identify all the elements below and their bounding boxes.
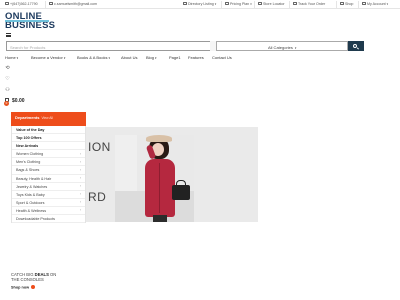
cart-count-badge: 0 [4,100,9,106]
logo-stripe [5,20,49,22]
deals-promo: CATCH BIG DEALS ON THE CONSOLES Shop now [11,272,71,290]
menu-icon[interactable] [6,33,11,37]
site-logo[interactable]: ONLINE BUSINESS [5,12,56,34]
phone-icon [5,2,9,6]
category-select[interactable]: All Categories ▾ [216,41,348,51]
email-info: c.samuelsmith@gmail.com [45,1,97,8]
bag-icon [340,2,344,6]
nav-about[interactable]: About Us [121,55,137,60]
nav-features[interactable]: Features [188,55,204,60]
department-item[interactable]: Bags & Shoes › [12,166,85,175]
cart-summary[interactable]: 0 $0.00 [4,98,36,106]
search-bar: Search for Products All Categories ▾ [6,41,364,51]
mail-icon [49,2,53,6]
chevron-right-icon: › [79,192,81,197]
my-account-link[interactable]: My Account▾ [358,1,388,8]
map-pin-icon [258,2,262,6]
deals-subline: THE CONSOLES [11,277,44,282]
directory-link[interactable]: Directory Listing▾ [183,2,216,6]
top-bar: +(647)562-17790 c.samuelsmith@gmail.com … [0,0,400,9]
chevron-right-icon: › [79,151,81,156]
hero-text-2: RD [88,190,107,204]
view-all-link[interactable]: View All [41,116,52,120]
department-item[interactable]: New Arrivals [12,142,85,151]
track-order-link[interactable]: Track Your Order [289,1,325,8]
department-item[interactable]: Toys Kids & Baby › [12,191,85,199]
search-icon [353,43,357,48]
list-icon [183,2,187,6]
chevron-right-icon: › [79,176,81,181]
department-item[interactable]: Top 100 Offers [12,134,85,143]
hero-text-1: ION [88,140,111,154]
logo-line-2: BUSINESS [5,20,56,31]
chevron-right-icon: › [79,208,81,213]
heart-icon[interactable]: ♡ [5,77,10,82]
shop-now-link[interactable]: Shop now [11,285,71,290]
department-item[interactable]: Men's Clothing › [12,158,85,167]
compare-icon[interactable]: ⟲ [5,66,10,71]
user-icon [362,2,366,6]
phone-text: +(647)562-17790 [10,2,38,6]
search-button[interactable] [348,41,364,51]
chevron-right-icon: › [79,184,81,189]
nav-home[interactable]: Home▾ [5,55,18,60]
user-icon[interactable]: ⚇ [5,88,10,93]
departments-menu: Departments View All Value of the Day Top… [11,112,86,244]
hero-banner[interactable]: ION RD [86,127,258,222]
email-text: c.samuelsmith@gmail.com [54,2,97,6]
departments-header[interactable]: Departments View All [11,112,86,126]
department-item[interactable]: Value of the Day [12,126,85,135]
nav-become-vendor[interactable]: Become a Vendor▾ [31,55,65,60]
department-item[interactable]: Women Clothing › [12,150,85,159]
chevron-right-icon: › [79,200,81,205]
department-item[interactable]: Downloadable Products [12,215,85,224]
hero-image [115,135,194,222]
nav-blog[interactable]: Blog▾ [146,55,156,60]
nav-page1[interactable]: Page1 [169,55,181,60]
store-locator-link[interactable]: Store Locator [254,1,285,8]
department-item[interactable]: Beauty, Health & Hair › [12,175,85,183]
search-input[interactable]: Search for Products [6,41,210,51]
department-item[interactable]: Jewelry & Watches › [12,183,85,191]
phone-info: +(647)562-17790 [5,2,38,6]
arrow-icon [31,285,36,289]
nav-contact[interactable]: Contact Us [212,55,232,60]
nav-books[interactable]: Books & A Books▾ [77,55,110,60]
shop-link[interactable]: Shop [336,1,353,8]
departments-list: Value of the Day Top 100 Offers New Arri… [11,126,86,224]
chevron-down-icon: ▾ [294,45,297,50]
truck-icon [293,2,297,6]
department-item[interactable]: Health & Wellness › [12,207,85,216]
department-item[interactable]: Sport & Outdoors › [12,199,85,207]
pricing-link[interactable]: Pricing Plan▾ [221,1,252,8]
chevron-right-icon: › [79,167,81,172]
tag-icon [225,2,229,6]
chevron-right-icon: › [79,159,81,164]
cart-total: $0.00 [12,98,25,104]
